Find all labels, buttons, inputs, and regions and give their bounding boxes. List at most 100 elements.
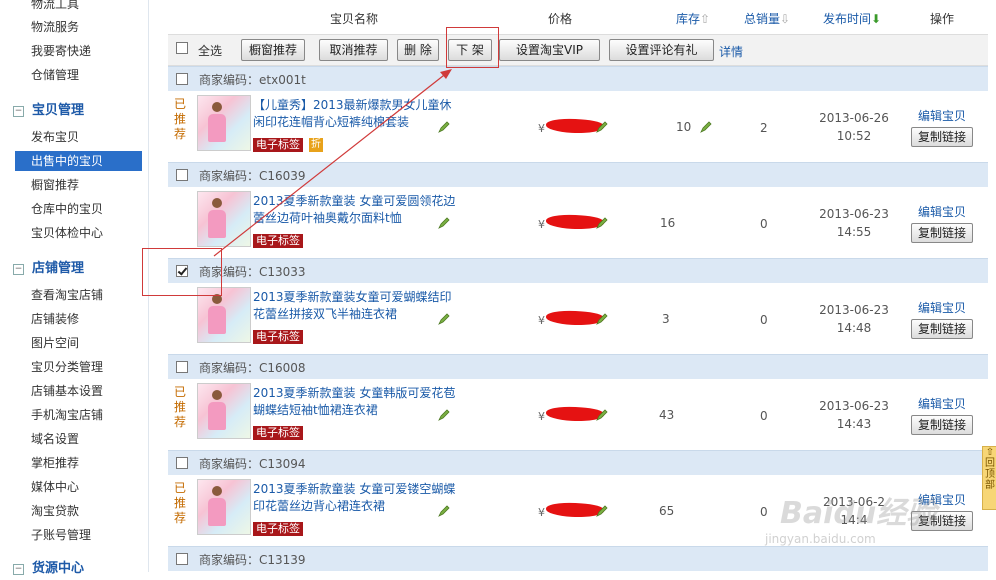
sidebar-item-view-shop[interactable]: 查看淘宝店铺: [31, 285, 103, 305]
recommended-label: 已推荐: [174, 385, 187, 429]
edit-stock-pencil-icon[interactable]: [700, 121, 712, 133]
copy-link-button[interactable]: 复制链接: [911, 127, 973, 147]
edit-title-pencil-icon[interactable]: [438, 217, 450, 229]
sidebar-item-warehouse[interactable]: 仓储管理: [31, 65, 79, 85]
product-row: 已推荐 【儿童秀】2013最新爆款男女儿童休闲印花连帽背心短裤纯棉套装 电子标签…: [168, 91, 988, 164]
product-thumbnail[interactable]: [197, 191, 251, 247]
product-title-link[interactable]: 2013夏季新款童装 女童可爱镂空蝴蝶印花蕾丝边背心裙连衣裙: [253, 481, 461, 515]
col-publish-time[interactable]: 发布时间⬇: [823, 10, 881, 27]
select-all-label: 全选: [198, 44, 223, 58]
details-link[interactable]: 详情: [719, 43, 743, 60]
sidebar-item-loan[interactable]: 淘宝贷款: [31, 501, 79, 521]
copy-link-button[interactable]: 复制链接: [911, 319, 973, 339]
edit-price-pencil-icon[interactable]: [596, 409, 608, 421]
sales-value: 0: [760, 505, 768, 519]
product-row: 2013夏季新款童装 女童可爱圆领花边蕾丝边荷叶袖奥戴尔面料t恤 电子标签 ¥ …: [168, 187, 988, 260]
delete-button[interactable]: 删 除: [397, 39, 439, 61]
sidebar-section-items[interactable]: − 宝贝管理: [13, 100, 84, 122]
edit-price-pencil-icon[interactable]: [596, 121, 608, 133]
sidebar-item-category[interactable]: 宝贝分类管理: [31, 357, 103, 377]
electronic-tag-badge: 电子标签: [253, 330, 303, 344]
col-sales[interactable]: 总销量⇩: [744, 10, 790, 27]
group-row: 商家编码：C13139: [168, 546, 988, 571]
cancel-showcase-button[interactable]: 取消推荐: [319, 39, 388, 61]
edit-price-pencil-icon[interactable]: [596, 505, 608, 517]
sidebar-item-send-express[interactable]: 我要寄快递: [31, 41, 91, 61]
sidebar-item-in-warehouse[interactable]: 仓库中的宝贝: [31, 199, 103, 219]
sidebar-item-publish[interactable]: 发布宝贝: [31, 127, 79, 147]
showcase-button[interactable]: 橱窗推荐: [241, 39, 305, 61]
sidebar-item-decorate[interactable]: 店铺装修: [31, 309, 79, 329]
product-title-link[interactable]: 2013夏季新款童装女童可爱蝴蝶结印花蕾丝拼接双飞半袖连衣裙: [253, 289, 461, 323]
select-all-checkbox[interactable]: [176, 42, 188, 54]
edit-title-pencil-icon[interactable]: [438, 409, 450, 421]
group-checkbox[interactable]: [176, 169, 188, 181]
product-title-link[interactable]: 2013夏季新款童装 女童可爱圆领花边蕾丝边荷叶袖奥戴尔面料t恤: [253, 193, 461, 227]
merchant-code: 商家编码：C16039: [199, 169, 306, 183]
collapse-icon[interactable]: −: [13, 564, 24, 575]
group-checkbox[interactable]: [176, 457, 188, 469]
collapse-icon[interactable]: −: [13, 106, 24, 117]
sidebar-item-basic-settings[interactable]: 店铺基本设置: [31, 381, 103, 401]
sidebar-item-recommend[interactable]: 掌柜推荐: [31, 453, 79, 473]
group-checkbox[interactable]: [176, 553, 188, 565]
product-thumbnail[interactable]: [197, 95, 251, 151]
edit-item-link[interactable]: 编辑宝贝: [918, 299, 966, 316]
sidebar-item-domain[interactable]: 域名设置: [31, 429, 79, 449]
sales-value: 0: [760, 313, 768, 327]
set-vip-button[interactable]: 设置淘宝VIP: [499, 39, 600, 61]
stock-value: 43: [659, 408, 675, 422]
copy-link-button[interactable]: 复制链接: [911, 223, 973, 243]
product-thumbnail[interactable]: [197, 383, 251, 439]
sidebar-item-logistics-tools[interactable]: 物流工具: [31, 0, 79, 14]
publish-date: 2013-06-23 14:48: [819, 303, 889, 335]
publish-date: 2013-06-26 10:52: [819, 111, 889, 143]
edit-title-pencil-icon[interactable]: [438, 313, 450, 325]
sales-value: 2: [760, 121, 768, 135]
product-row: 已推荐 2013夏季新款童装 女童韩版可爱花苞蝴蝶结短袖t恤裙连衣裙 电子标签 …: [168, 379, 988, 452]
electronic-tag-badge: 电子标签: [253, 522, 303, 536]
electronic-tag-badge: 电子标签: [253, 138, 303, 152]
collapse-icon[interactable]: −: [13, 264, 24, 275]
set-review-gift-button[interactable]: 设置评论有礼: [609, 39, 714, 61]
edit-item-link[interactable]: 编辑宝贝: [918, 395, 966, 412]
sidebar-item-health-check[interactable]: 宝贝体检中心: [31, 223, 103, 243]
sidebar-item-image-space[interactable]: 图片空间: [31, 333, 79, 353]
group-checkbox[interactable]: [176, 73, 188, 85]
sidebar-section-supply[interactable]: − 货源中心: [13, 558, 84, 580]
sales-value: 0: [760, 217, 768, 231]
sidebar-item-media[interactable]: 媒体中心: [31, 477, 79, 497]
group-checkbox[interactable]: [176, 361, 188, 373]
edit-title-pencil-icon[interactable]: [438, 121, 450, 133]
toolbar: 全选 橱窗推荐 取消推荐 删 除 下 架 设置淘宝VIP 设置评论有礼 详情: [168, 34, 988, 66]
edit-item-link[interactable]: 编辑宝贝: [918, 107, 966, 124]
sidebar-item-logistics-service[interactable]: 物流服务: [31, 17, 79, 37]
sidebar-section-shop[interactable]: − 店铺管理: [13, 258, 84, 280]
price-currency: ¥: [538, 218, 545, 231]
col-stock[interactable]: 库存⇧: [676, 10, 710, 27]
sidebar: 物流工具 物流服务 我要寄快递 仓储管理 − 宝贝管理 发布宝贝 出售中的宝贝 橱…: [0, 0, 149, 576]
edit-title-pencil-icon[interactable]: [438, 505, 450, 517]
col-price: 价格: [548, 12, 573, 26]
product-thumbnail[interactable]: [197, 479, 251, 535]
edit-price-pencil-icon[interactable]: [596, 217, 608, 229]
stock-value: 3: [662, 312, 670, 326]
price-currency: ¥: [538, 506, 545, 519]
product-title-link[interactable]: 2013夏季新款童装 女童韩版可爱花苞蝴蝶结短袖t恤裙连衣裙: [253, 385, 461, 419]
price-currency: ¥: [538, 314, 545, 327]
highlight-box-delist: [446, 27, 499, 68]
edit-item-link[interactable]: 编辑宝贝: [918, 203, 966, 220]
copy-link-button[interactable]: 复制链接: [911, 415, 973, 435]
product-title-link[interactable]: 【儿童秀】2013最新爆款男女儿童休闲印花连帽背心短裤纯棉套装: [253, 97, 461, 131]
stock-value: 16: [660, 216, 676, 230]
sidebar-item-showcase[interactable]: 橱窗推荐: [31, 175, 79, 195]
merchant-code: 商家编码：etx001t: [199, 73, 306, 87]
watermark: Baidu经验: [780, 496, 937, 531]
sidebar-item-sub-account[interactable]: 子账号管理: [31, 525, 91, 545]
sidebar-item-on-sale[interactable]: 出售中的宝贝: [15, 151, 142, 171]
merchant-code: 商家编码：C13094: [199, 457, 306, 471]
stock-value: 10: [676, 120, 692, 134]
edit-price-pencil-icon[interactable]: [596, 313, 608, 325]
sidebar-item-mobile-shop[interactable]: 手机淘宝店铺: [31, 405, 103, 425]
back-to-top-button[interactable]: ⇧ 回顶部: [982, 446, 996, 510]
